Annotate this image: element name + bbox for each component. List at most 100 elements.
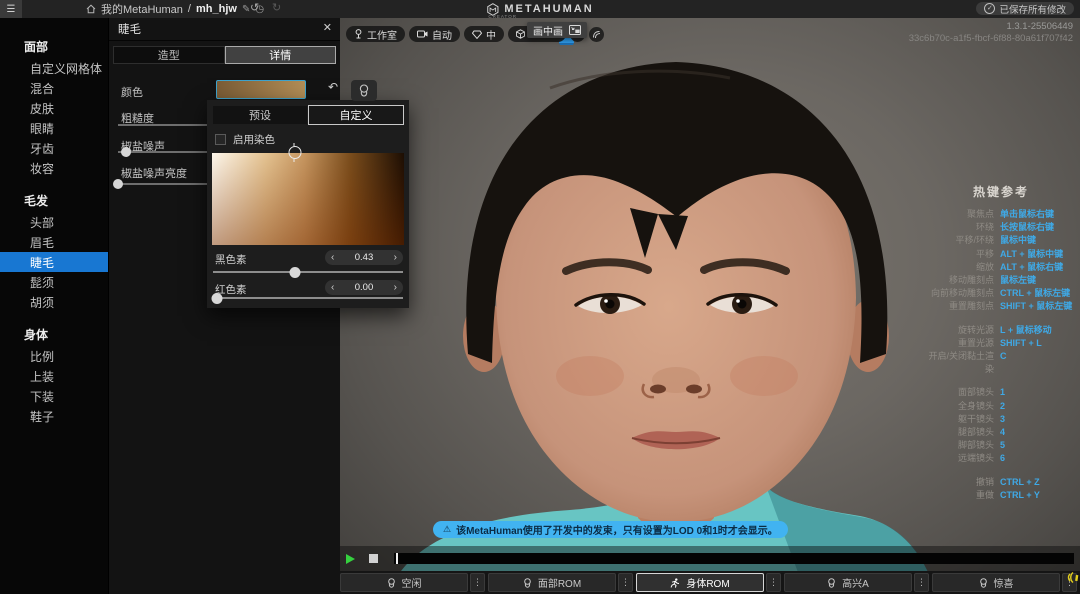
redness-slider[interactable] bbox=[213, 292, 403, 304]
sidebar-item[interactable]: 眼睛 bbox=[0, 118, 108, 138]
sidebar-item[interactable]: 皮肤 bbox=[0, 98, 108, 118]
quality-label: 中 bbox=[486, 27, 496, 42]
timeline-track[interactable] bbox=[394, 553, 1074, 564]
hotkey-value: SHIFT + L bbox=[1000, 337, 1076, 350]
animation-chip[interactable]: 高兴A bbox=[784, 573, 912, 592]
hotkey-value: 3 bbox=[1000, 413, 1076, 426]
tab-style[interactable]: 造型 bbox=[113, 46, 225, 64]
enable-dye-row: 启用染色 bbox=[215, 132, 275, 147]
hair-card-icon bbox=[592, 30, 601, 39]
hotkey-row: 移动雕刻点鼠标左键 bbox=[926, 274, 1076, 287]
tab-custom[interactable]: 自定义 bbox=[308, 105, 404, 125]
hotkey-label: 重置光源 bbox=[926, 337, 994, 350]
hotkey-label: 腿部镜头 bbox=[926, 426, 994, 439]
kebab-menu-button[interactable]: ⋮ bbox=[618, 573, 633, 592]
hotkey-row: 躯干镜头3 bbox=[926, 413, 1076, 426]
melanin-value[interactable]: 0.43 bbox=[355, 252, 374, 263]
enable-dye-label: 启用染色 bbox=[233, 132, 275, 147]
head-preview-button[interactable] bbox=[351, 80, 377, 101]
sidebar-item[interactable]: 胡须 bbox=[0, 292, 108, 312]
hotkey-value: ALT + 鼠标中键 bbox=[1000, 248, 1076, 261]
slider-track[interactable] bbox=[213, 271, 403, 273]
hotkey-value: 鼠标左键 bbox=[1000, 274, 1076, 287]
hotkey-row: 平移/环绕鼠标中键 bbox=[926, 234, 1076, 247]
hotkey-row: 远端镜头6 bbox=[926, 452, 1076, 465]
sidebar-item[interactable]: 头部 bbox=[0, 212, 108, 232]
hotkey-row: 平移ALT + 鼠标中键 bbox=[926, 248, 1076, 261]
close-icon[interactable]: ✕ bbox=[323, 21, 332, 34]
kebab-menu-button[interactable]: ⋮ bbox=[914, 573, 929, 592]
sidebar-item[interactable]: 鞋子 bbox=[0, 406, 108, 426]
chevron-right-icon[interactable]: › bbox=[394, 252, 397, 263]
quality-button[interactable]: 中 bbox=[464, 26, 504, 42]
studio-light-icon bbox=[354, 29, 363, 39]
viewport-3d[interactable]: 工作室 自动 中 LOD 0 画中画 bbox=[340, 18, 1080, 594]
saved-status-label: 已保存所有修改 bbox=[999, 2, 1066, 16]
enable-dye-checkbox[interactable] bbox=[215, 134, 226, 145]
slider-handle[interactable] bbox=[121, 147, 131, 157]
sidebar-item[interactable]: 下装 bbox=[0, 386, 108, 406]
sidebar-sections: 面部自定义网格体混合皮肤眼睛牙齿妆容毛发头部眉毛睫毛髭须胡须身体比例上装下装鞋子 bbox=[0, 36, 108, 438]
playhead[interactable] bbox=[396, 553, 398, 564]
hotkey-label: 移动雕刻点 bbox=[926, 274, 994, 287]
hotkey-label: 缩放 bbox=[926, 261, 994, 274]
auto-camera-button[interactable]: 自动 bbox=[409, 26, 460, 42]
hotkey-value: 4 bbox=[1000, 426, 1076, 439]
hamburger-menu-button[interactable]: ☰ bbox=[0, 0, 22, 18]
slider-track[interactable] bbox=[213, 297, 403, 299]
warning-icon: ⚠ bbox=[443, 524, 451, 535]
color-picker-popup: 预设 自定义 启用染色 黑色素 ‹ 0.43 › 红色素 ‹ 0.00 › bbox=[207, 100, 409, 308]
quality-diamond-icon bbox=[472, 30, 482, 39]
animation-chip-label: 空闲 bbox=[402, 575, 422, 590]
slider-handle[interactable] bbox=[289, 267, 300, 278]
kebab-menu-button[interactable]: ⋮ bbox=[470, 573, 485, 592]
sidebar-item[interactable]: 比例 bbox=[0, 346, 108, 366]
animation-timeline: 空闲⋮面部ROM⋮身体ROM⋮高兴A⋮惊喜⋮ bbox=[337, 546, 1080, 594]
animation-chip[interactable]: 空闲 bbox=[340, 573, 468, 592]
tab-presets[interactable]: 预设 bbox=[212, 105, 308, 125]
melanin-slider[interactable] bbox=[213, 266, 403, 278]
color-picker-ring[interactable] bbox=[288, 146, 301, 159]
sidebar-item[interactable]: 上装 bbox=[0, 366, 108, 386]
animation-chip[interactable]: 惊喜 bbox=[932, 573, 1060, 592]
hotkey-label: 远端镜头 bbox=[926, 452, 994, 465]
kebab-menu-button[interactable]: ⋮ bbox=[766, 573, 781, 592]
sidebar-item[interactable]: 眉毛 bbox=[0, 232, 108, 252]
sidebar-item[interactable]: 妆容 bbox=[0, 158, 108, 178]
hotkey-row: 开启/关闭黏土渲染 C bbox=[926, 350, 1076, 376]
animation-chip[interactable]: 身体ROM bbox=[636, 573, 764, 592]
animation-chip-group: 空闲 ⋮ bbox=[340, 573, 485, 592]
reset-color-icon[interactable]: ↶ bbox=[328, 80, 338, 94]
lod-cube-icon bbox=[516, 29, 525, 39]
hotkey-value: CTRL + Z bbox=[1000, 476, 1076, 489]
undo-button[interactable]: ↺ bbox=[250, 1, 259, 14]
tab-details[interactable]: 详情 bbox=[225, 46, 337, 64]
metahuman-logo: METAHUMAN CREATOR bbox=[486, 0, 593, 18]
animation-chip-group: 高兴A⋮ bbox=[784, 573, 929, 592]
breadcrumb-separator: / bbox=[188, 3, 191, 15]
sidebar-item[interactable]: 牙齿 bbox=[0, 138, 108, 158]
notification-icon[interactable] bbox=[1066, 571, 1079, 591]
chevron-left-icon[interactable]: ‹ bbox=[331, 252, 334, 263]
slider-handle[interactable] bbox=[211, 293, 222, 304]
color-gradient-field[interactable] bbox=[212, 153, 404, 245]
color-swatch[interactable] bbox=[216, 80, 306, 99]
sidebar-item[interactable]: 髭须 bbox=[0, 272, 108, 292]
animation-chip[interactable]: 面部ROM bbox=[488, 573, 616, 592]
stop-button[interactable] bbox=[369, 554, 378, 563]
home-icon[interactable] bbox=[86, 4, 96, 14]
redo-button[interactable]: ↻ bbox=[272, 1, 281, 14]
play-button[interactable] bbox=[346, 554, 355, 564]
sidebar-item[interactable]: 睫毛 bbox=[0, 252, 108, 272]
hotkey-label: 开启/关闭黏土渲染 bbox=[926, 350, 994, 376]
hotkey-value: C bbox=[1000, 350, 1076, 363]
sidebar-item[interactable]: 自定义网格体 bbox=[0, 58, 108, 78]
pip-tooltip-label: 画中画 bbox=[533, 23, 563, 38]
breadcrumb-path[interactable]: 我的MetaHuman bbox=[101, 1, 183, 17]
sidebar-item[interactable]: 混合 bbox=[0, 78, 108, 98]
groom-cards-button[interactable] bbox=[589, 27, 604, 42]
slider-handle[interactable] bbox=[113, 179, 123, 189]
hotkey-row: 聚焦点单击鼠标右键 bbox=[926, 208, 1076, 221]
sidebar-section-title: 毛发 bbox=[0, 190, 108, 212]
studio-lighting-button[interactable]: 工作室 bbox=[346, 26, 405, 42]
